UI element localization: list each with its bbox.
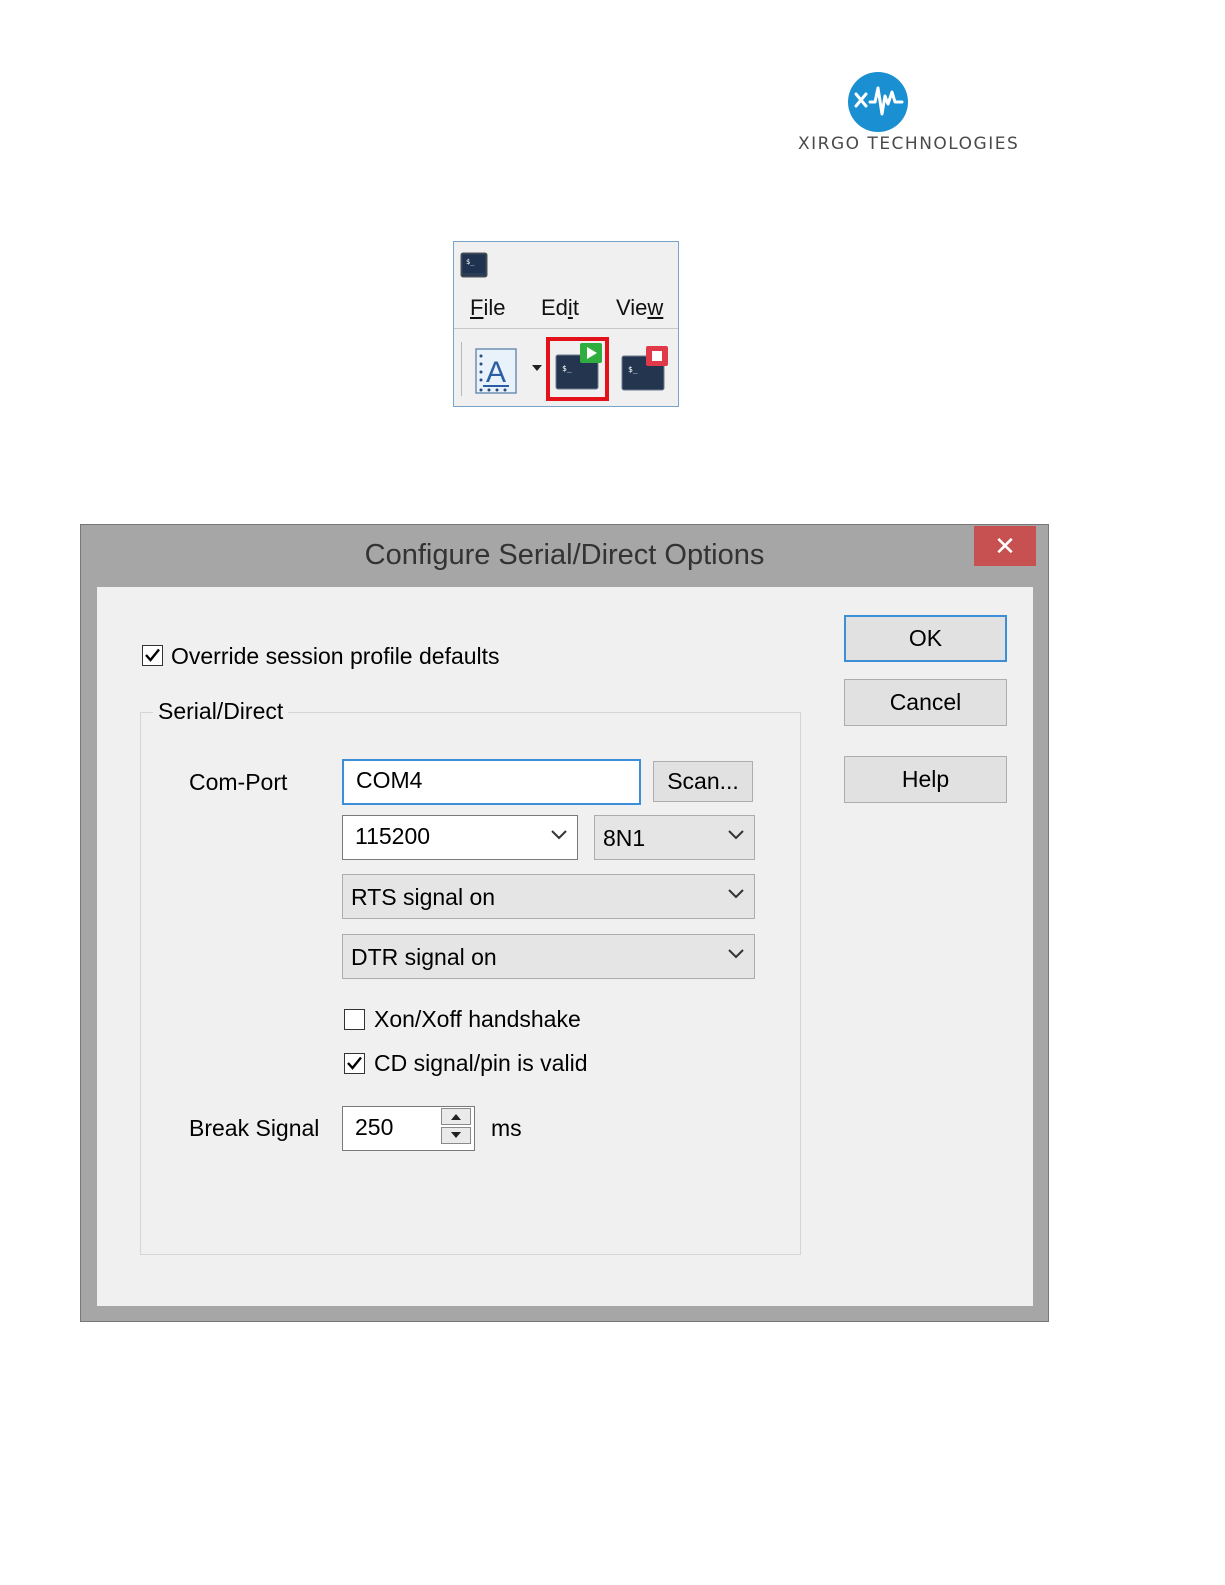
menu-view[interactable]: View xyxy=(616,295,663,321)
dialog-client-area: Override session profile defaults Serial… xyxy=(97,587,1033,1306)
checkmark-icon xyxy=(347,1056,362,1070)
cancel-button[interactable]: Cancel xyxy=(844,679,1007,726)
spin-up-button[interactable] xyxy=(441,1108,471,1125)
dropdown-arrow-icon[interactable] xyxy=(532,365,542,371)
rts-value: RTS signal on xyxy=(351,884,496,910)
com-port-input[interactable]: COM4 xyxy=(342,759,641,805)
group-title: Serial/Direct xyxy=(153,698,289,725)
xon-xoff-label[interactable]: Xon/Xoff handshake xyxy=(374,1006,581,1033)
configure-serial-dialog: Configure Serial/Direct Options ✕ Overri… xyxy=(80,524,1049,1322)
terminal-app-icon: $_ xyxy=(460,252,488,278)
svg-text:$_: $_ xyxy=(562,364,572,373)
dtr-select[interactable]: DTR signal on xyxy=(342,934,755,979)
checkmark-icon xyxy=(145,648,160,662)
xon-xoff-checkbox[interactable] xyxy=(344,1009,365,1030)
com-port-label: Com-Port xyxy=(189,769,288,795)
toolbar-snippet: $_ File Edit View A $_ $_ xyxy=(453,241,679,407)
break-signal-unit: ms xyxy=(491,1115,522,1141)
menu-bar: File Edit View xyxy=(454,288,678,329)
logo-mark-icon xyxy=(848,72,908,132)
chevron-down-icon xyxy=(551,830,567,840)
disconnect-icon[interactable]: $_ xyxy=(618,346,670,396)
menu-edit[interactable]: Edit xyxy=(541,295,579,321)
connect-icon: $_ xyxy=(555,343,602,390)
chevron-down-icon xyxy=(728,830,744,840)
svg-text:$_: $_ xyxy=(628,365,638,374)
break-signal-label: Break Signal xyxy=(189,1115,320,1141)
connect-button[interactable]: $_ xyxy=(546,337,609,401)
chevron-down-icon xyxy=(728,949,744,959)
svg-text:$_: $_ xyxy=(466,258,475,266)
baud-rate-select[interactable]: 115200 xyxy=(342,815,578,860)
toolbar-separator xyxy=(461,342,462,396)
logo-company-name: XIRGO TECHNOLOGIES xyxy=(798,134,1020,154)
menu-file[interactable]: File xyxy=(470,295,505,321)
chevron-down-icon xyxy=(728,889,744,899)
dtr-value: DTR signal on xyxy=(351,944,497,970)
rts-select[interactable]: RTS signal on xyxy=(342,874,755,919)
dialog-title: Configure Serial/Direct Options xyxy=(364,539,765,571)
font-icon[interactable]: A xyxy=(473,346,519,396)
help-button[interactable]: Help xyxy=(844,756,1007,803)
ok-button[interactable]: OK xyxy=(844,615,1007,662)
triangle-up-icon xyxy=(451,1114,461,1120)
cd-signal-checkbox[interactable] xyxy=(344,1053,365,1074)
data-format-value: 8N1 xyxy=(603,825,646,851)
baud-rate-value: 115200 xyxy=(355,823,431,849)
company-logo: XIRGO TECHNOLOGIES xyxy=(798,70,1060,160)
override-checkbox[interactable] xyxy=(142,645,163,666)
triangle-down-icon xyxy=(451,1132,461,1138)
data-format-select[interactable]: 8N1 xyxy=(594,815,755,860)
scan-button[interactable]: Scan... xyxy=(653,761,753,802)
cd-signal-label[interactable]: CD signal/pin is valid xyxy=(374,1050,587,1077)
close-button[interactable]: ✕ xyxy=(974,526,1036,566)
spin-down-button[interactable] xyxy=(441,1127,471,1144)
svg-text:A: A xyxy=(486,356,506,389)
override-label[interactable]: Override session profile defaults xyxy=(171,643,500,670)
